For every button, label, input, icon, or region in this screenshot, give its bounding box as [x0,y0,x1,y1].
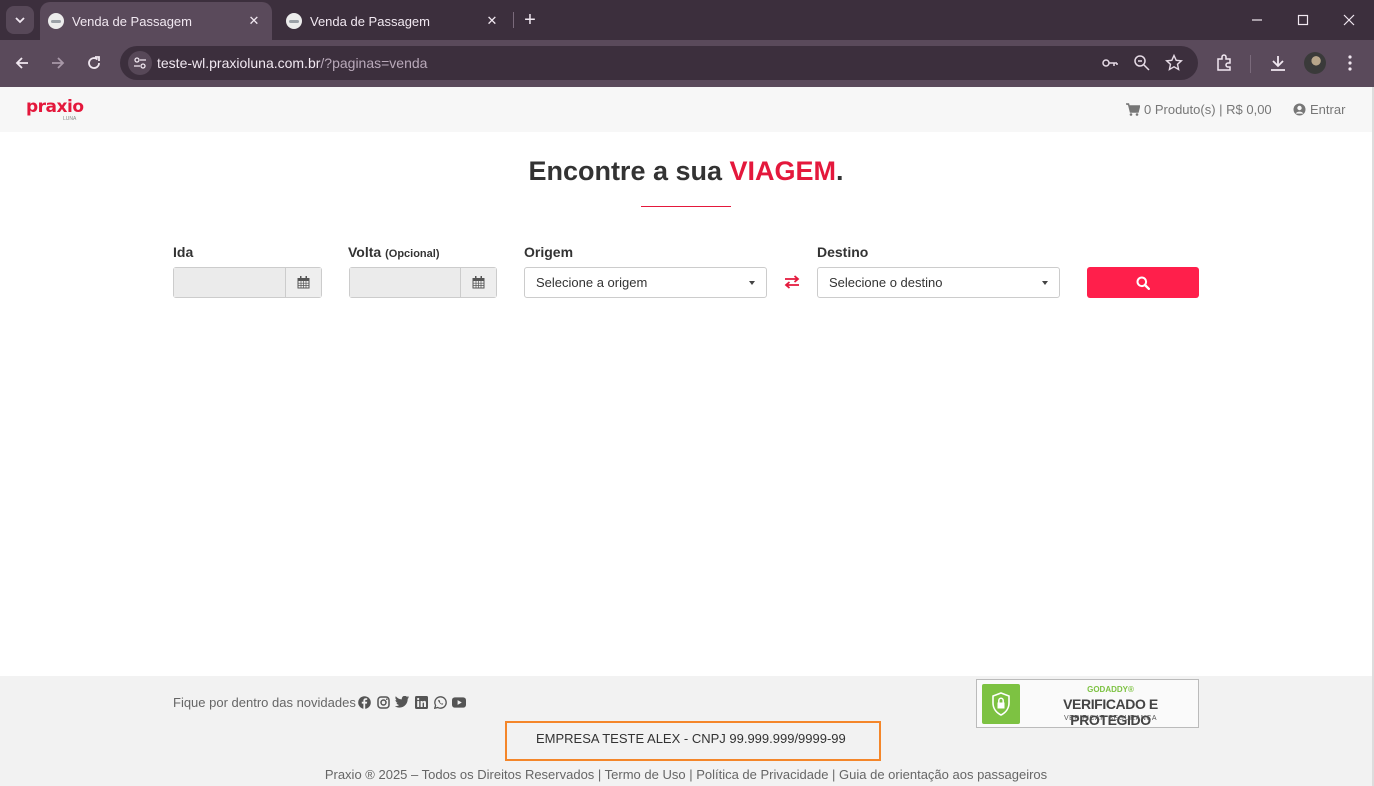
search-button[interactable] [1087,267,1199,298]
url-text: teste-wl.praxioluna.com.br/?paginas=vend… [157,55,427,71]
arrow-left-icon [15,57,28,69]
extensions-button[interactable] [1212,51,1236,75]
tab-bar: Venda de Passagem ✕ Venda de Passagem ✕ … [0,0,1374,40]
arrow-right-icon [52,57,65,69]
tab-divider [513,12,514,28]
destino-label: Destino [817,244,869,260]
close-icon [1343,14,1355,26]
badge-subtitle: VERIFICAR SEGURANÇA [1063,715,1158,722]
whatsapp-icon[interactable] [433,695,447,709]
praxio-logo[interactable]: praxio LUNA [26,97,86,123]
youtube-icon[interactable] [452,695,466,709]
tab-search-button[interactable] [6,6,34,34]
caret-down-icon [749,281,755,285]
godaddy-security-badge[interactable]: GODADDY® VERIFICADO E PROTEGIDO VERIFICA… [976,679,1199,728]
tab-title: Venda de Passagem [310,14,430,29]
new-tab-button[interactable]: + [518,8,542,32]
twitter-icon[interactable] [395,695,409,709]
swap-origin-destination-button[interactable] [782,272,802,292]
profile-avatar[interactable] [1304,52,1326,74]
favicon-icon [48,13,64,29]
browser-chrome: Venda de Passagem ✕ Venda de Passagem ✕ … [0,0,1374,87]
social-links [357,695,466,709]
reload-icon [88,56,100,69]
calendar-icon [472,276,485,289]
kebab-menu-icon [1348,55,1352,71]
padlock-icon [982,684,1020,724]
copyright-links: Praxio ® 2025 – Todos os Direitos Reserv… [324,767,1048,782]
cart-link[interactable]: 0 Produto(s) | R$ 0,00 [1126,102,1272,117]
address-bar[interactable]: teste-wl.praxioluna.com.br/?paginas=vend… [120,46,1198,80]
close-window-button[interactable] [1332,6,1366,34]
calendar-icon [297,276,310,289]
origem-selected-value: Selecione a origem [536,275,648,290]
search-icon [1136,276,1150,290]
logo-subtext: LUNA [63,116,77,122]
downloads-button[interactable] [1266,51,1290,75]
chevron-down-icon [15,17,25,24]
url-path: /?paginas=venda [320,55,428,71]
url-host: teste-wl.praxioluna.com.br [157,55,321,71]
close-icon[interactable]: ✕ [482,11,502,31]
zoom-icon[interactable] [1131,52,1153,74]
close-icon[interactable]: ✕ [244,11,264,31]
tab-title: Venda de Passagem [72,14,192,29]
instagram-icon[interactable] [376,695,390,709]
destino-selected-value: Selecione o destino [829,275,943,290]
toolbar-divider [1250,55,1251,73]
ida-date-picker [173,267,322,298]
volta-label: Volta (Opcional) [348,244,439,260]
cart-summary: 0 Produto(s) | R$ 0,00 [1144,102,1272,117]
swap-arrows-icon [784,275,800,289]
maximize-button[interactable] [1286,6,1320,34]
site-header: praxio LUNA 0 Produto(s) | R$ 0,00 Entra… [0,87,1372,132]
tab-inactive[interactable]: Venda de Passagem ✕ [278,2,510,40]
volta-date-input[interactable] [350,268,462,297]
forward-button[interactable] [45,50,71,76]
destino-select[interactable]: Selecione o destino [817,267,1060,298]
ida-calendar-button[interactable] [285,268,321,297]
download-icon [1271,56,1285,71]
back-button[interactable] [9,50,35,76]
facebook-icon[interactable] [357,695,371,709]
title-accent: VIAGEM [729,156,837,186]
site-info-icon[interactable] [128,51,152,75]
badge-brand: GODADDY® [1087,685,1134,694]
bookmark-star-icon[interactable] [1163,52,1185,74]
volta-date-picker [349,267,497,298]
browser-toolbar: teste-wl.praxioluna.com.br/?paginas=vend… [0,40,1374,87]
volta-label-text: Volta [348,244,382,260]
ida-date-input[interactable] [174,268,286,297]
newsletter-text: Fique por dentro das novidades [173,695,356,710]
page-title: Encontre a sua VIAGEM. [0,156,1372,187]
title-suffix: . [836,156,844,186]
caret-down-icon [1042,281,1048,285]
logo-text: praxio [26,97,84,117]
favicon-icon [286,13,302,29]
login-link[interactable]: Entrar [1293,102,1345,117]
ida-label: Ida [173,244,194,260]
origem-label: Origem [524,244,574,260]
login-label: Entrar [1310,102,1346,117]
title-underline [641,206,731,207]
browser-menu-button[interactable] [1338,51,1362,75]
minimize-button[interactable] [1240,6,1274,34]
minimize-icon [1252,19,1262,21]
badge-title: VERIFICADO E PROTEGIDO [1063,696,1158,728]
tab-active[interactable]: Venda de Passagem ✕ [40,2,272,40]
puzzle-icon [1217,54,1231,71]
title-prefix: Encontre a sua [528,156,730,186]
origem-select[interactable]: Selecione a origem [524,267,767,298]
shopping-cart-icon [1126,103,1140,116]
reload-button[interactable] [81,50,107,76]
password-key-icon[interactable] [1099,52,1121,74]
linkedin-icon[interactable] [414,695,428,709]
company-info: EMPRESA TESTE ALEX - CNPJ 99.999.999/999… [536,731,846,746]
user-circle-icon [1293,103,1306,116]
volta-calendar-button[interactable] [460,268,496,297]
volta-optional-text: (Opcional) [385,248,440,260]
maximize-icon [1297,14,1309,26]
